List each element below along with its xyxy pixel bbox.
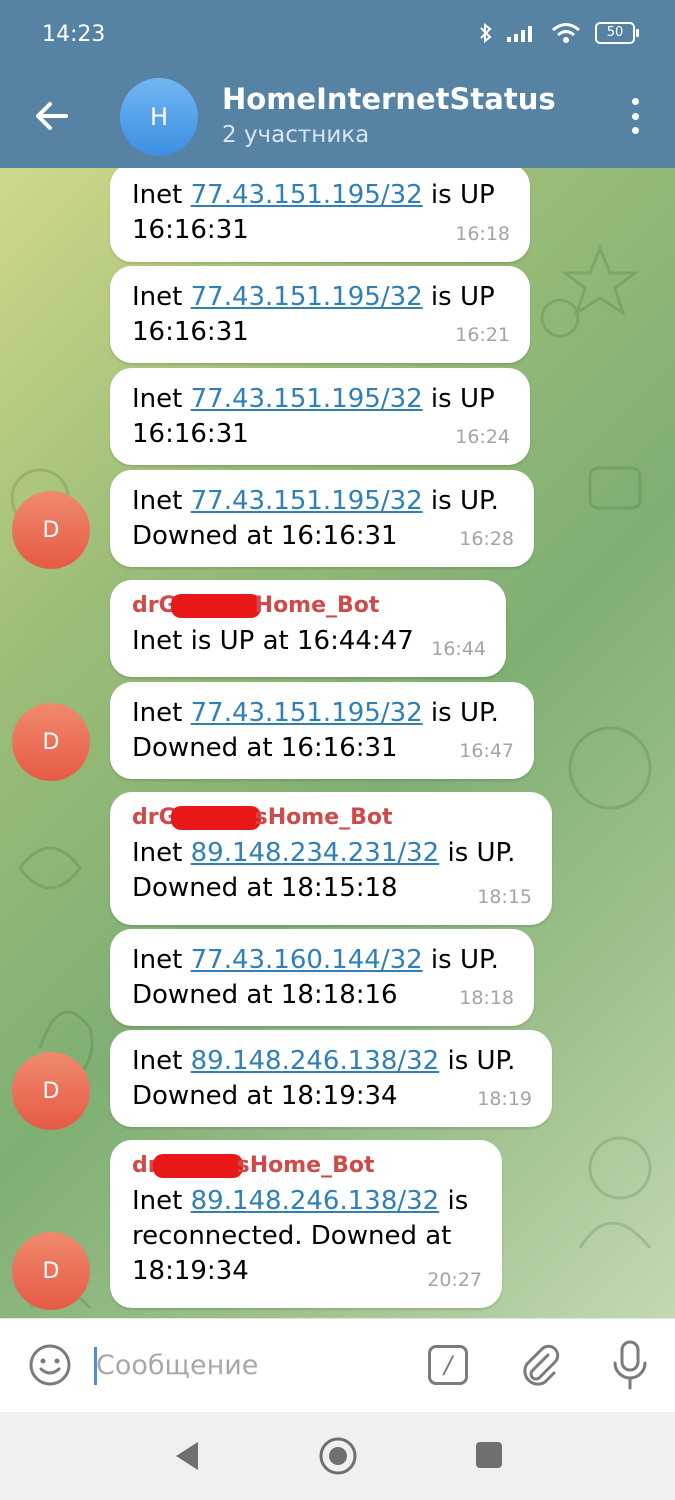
bot-commands-button[interactable]: / [428, 1345, 468, 1385]
message-time: 16:21 [455, 324, 510, 346]
message-text: Inet 77.43.151.195/32 is UP. [132, 486, 499, 516]
message-time: 16:44 [431, 638, 486, 660]
back-arrow-icon[interactable] [30, 94, 74, 138]
message-text: 16:16:31 [132, 419, 249, 449]
system-nav-bar [0, 1412, 675, 1500]
message-bubble[interactable]: drG sHome_Bot Inet 89.148.234.231/32 is U… [110, 792, 552, 925]
message-bubble[interactable]: Inet 77.43.151.195/32 is UP. Downed at 1… [110, 470, 534, 567]
message-list[interactable]: Inet 77.43.151.195/32 is UP 16:16:31 16:… [0, 168, 675, 1318]
nav-home-icon[interactable] [318, 1436, 358, 1476]
bluetooth-icon [480, 22, 492, 44]
message-text: 16:16:31 [132, 215, 249, 245]
wifi-icon [552, 23, 580, 43]
group-avatar[interactable]: H [120, 78, 198, 156]
message-bubble[interactable]: Inet 77.43.151.195/32 is UP 16:16:31 16:… [110, 266, 530, 363]
ip-link[interactable]: 89.148.246.138/32 [191, 1046, 440, 1076]
sender-name[interactable]: drG sHome_Bot [132, 804, 530, 832]
sender-name[interactable]: dr sHome_Bot [132, 1152, 480, 1180]
nav-recents-icon[interactable] [476, 1442, 502, 1468]
message-text: Downed at 16:16:31 [132, 521, 398, 551]
message-text: Inet 89.148.234.231/32 is UP. [132, 838, 516, 868]
ip-link[interactable]: 89.148.234.231/32 [191, 838, 440, 868]
redaction-mark [170, 594, 261, 618]
message-text: Inet 77.43.151.195/32 is UP [132, 180, 495, 210]
message-time: 16:28 [459, 528, 514, 550]
ip-link[interactable]: 77.43.160.144/32 [191, 945, 423, 975]
message-time: 16:18 [455, 223, 510, 245]
message-text: Inet 89.148.246.138/32 is [132, 1186, 469, 1216]
ip-link[interactable]: 77.43.151.195/32 [191, 180, 423, 210]
ip-link[interactable]: 77.43.151.195/32 [191, 282, 423, 312]
message-text: Inet 89.148.246.138/32 is UP. [132, 1046, 516, 1076]
message-text: Inet 77.43.151.195/32 is UP [132, 282, 495, 312]
message-text: reconnected. Downed at [132, 1221, 452, 1251]
message-text: Downed at 18:18:16 [132, 980, 398, 1010]
sender-avatar[interactable]: D [12, 703, 90, 781]
message-time: 16:47 [459, 740, 514, 762]
message-bubble[interactable]: Inet 77.43.160.144/32 is UP. Downed at 1… [110, 929, 534, 1026]
sender-name[interactable]: drG Home_Bot [132, 592, 484, 620]
message-text: Inet 77.43.151.195/32 is UP. [132, 698, 499, 728]
message-text: Inet 77.43.160.144/32 is UP. [132, 945, 499, 975]
nav-back-icon[interactable] [172, 1440, 202, 1472]
ip-link[interactable]: 77.43.151.195/32 [191, 384, 423, 414]
sender-avatar[interactable]: D [12, 1052, 90, 1130]
ip-link[interactable]: 77.43.151.195/32 [191, 486, 423, 516]
message-time: 18:19 [477, 1088, 532, 1110]
chat-title[interactable]: HomeInternetStatus [222, 82, 556, 116]
message-bubble[interactable]: Inet 89.148.246.138/32 is UP. Downed at … [110, 1030, 552, 1127]
message-composer: / [0, 1318, 675, 1413]
message-text: Downed at 16:16:31 [132, 733, 398, 763]
message-time: 18:15 [477, 886, 532, 908]
chat-subtitle: 2 участника [222, 122, 370, 148]
message-text: Inet 77.43.151.195/32 is UP [132, 384, 495, 414]
attach-icon[interactable] [518, 1343, 562, 1387]
redaction-mark [170, 806, 261, 830]
message-bubble[interactable]: dr sHome_Bot Inet 89.148.246.138/32 is re… [110, 1140, 502, 1308]
message-text: 16:16:31 [132, 317, 249, 347]
status-time: 14:23 [42, 22, 106, 47]
message-bubble[interactable]: Inet 77.43.151.195/32 is UP. Downed at 1… [110, 682, 534, 779]
microphone-icon[interactable] [610, 1339, 650, 1391]
message-time: 16:24 [455, 426, 510, 448]
signal-icon [507, 26, 532, 42]
sender-avatar[interactable]: D [12, 491, 90, 569]
message-text: Downed at 18:19:34 [132, 1081, 398, 1111]
message-text: Downed at 18:15:18 [132, 873, 398, 903]
battery-icon: 50 [595, 22, 639, 44]
more-menu-icon[interactable] [629, 98, 641, 134]
message-bubble[interactable]: Inet 77.43.151.195/32 is UP 16:16:31 16:… [110, 368, 530, 465]
redaction-mark [152, 1154, 243, 1178]
emoji-icon[interactable] [28, 1343, 72, 1387]
sender-avatar[interactable]: D [12, 1232, 90, 1310]
message-input[interactable] [96, 1341, 396, 1389]
message-bubble[interactable]: drG Home_Bot Inet is UP at 16:44:47 16:44 [110, 580, 506, 677]
message-time: 18:18 [459, 987, 514, 1009]
message-time: 20:27 [427, 1269, 482, 1291]
ip-link[interactable]: 89.148.246.138/32 [191, 1186, 440, 1216]
chat-header: 14:23 50 H HomeInternetStatus 2 участник… [0, 0, 675, 168]
status-icons: 50 [479, 22, 639, 44]
ip-link[interactable]: 77.43.151.195/32 [191, 698, 423, 728]
message-bubble[interactable]: Inet 77.43.151.195/32 is UP 16:16:31 16:… [110, 168, 530, 262]
